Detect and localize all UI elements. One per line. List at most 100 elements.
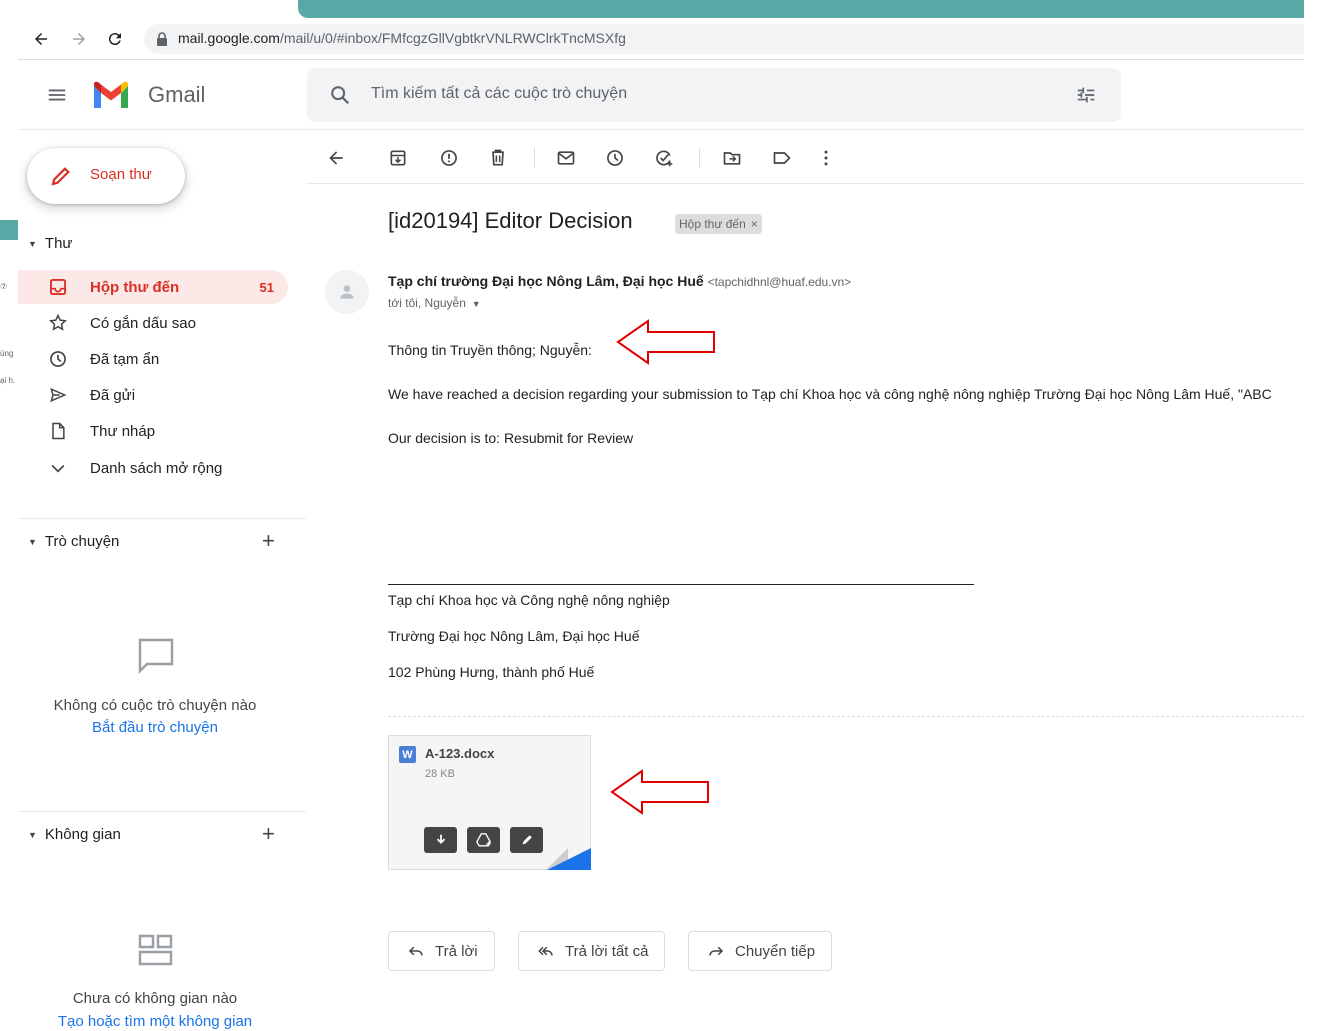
recipients-text: tới tôi, Nguyễn — [388, 296, 466, 310]
save-to-drive-button[interactable] — [467, 827, 500, 853]
signature-line-3: 102 Phùng Hưng, thành phố Huế — [388, 664, 595, 680]
drive-add-icon — [475, 833, 491, 847]
move-to-icon[interactable] — [722, 148, 742, 168]
sidebar-item-more[interactable]: Danh sách mở rộng — [30, 451, 288, 485]
recipients-line[interactable]: tới tôi, Nguyễn ▼ — [388, 296, 481, 310]
mail-section-toggle[interactable]: ▼ Thư — [28, 235, 72, 252]
body-decision: Our decision is to: Resubmit for Review — [388, 430, 634, 446]
sidebar-item-label: Đã gửi — [90, 386, 136, 404]
tabstrip-left — [0, 0, 298, 18]
caret-down-icon: ▼ — [28, 829, 37, 840]
sidebar-divider — [18, 518, 306, 519]
reply-all-button[interactable]: Trả lời tất cả — [518, 931, 666, 971]
chevron-down-icon — [48, 458, 68, 478]
inbox-icon — [48, 277, 68, 297]
gmail-logo-icon[interactable] — [91, 80, 131, 110]
avatar[interactable] — [325, 270, 369, 314]
add-to-tasks-icon[interactable] — [654, 148, 674, 168]
mark-unread-icon[interactable] — [556, 148, 576, 168]
url-host: mail.google.com — [178, 30, 280, 46]
send-icon — [48, 385, 68, 405]
sidebar-item-label: Hộp thư đến — [90, 278, 180, 296]
back-nav-icon[interactable] — [30, 28, 52, 50]
word-file-icon: W — [399, 746, 416, 763]
start-chat-link[interactable]: Bắt đầu trò chuyện — [0, 719, 310, 736]
sidebar-item-label: Danh sách mở rộng — [90, 459, 223, 477]
snooze-icon[interactable] — [605, 148, 625, 168]
reload-icon[interactable] — [104, 28, 126, 50]
message-subject: [id20194] Editor Decision — [388, 208, 633, 233]
new-space-plus-icon[interactable]: + — [262, 823, 275, 845]
sidebar: Soạn thư ⑦ úng ại h. ▼ Thư Hộp thư đến 5… — [0, 130, 306, 1031]
omnibox[interactable]: mail.google.com/mail/u/0/#inbox/FMfcgzGl… — [144, 24, 1304, 54]
url-text[interactable]: mail.google.com/mail/u/0/#inbox/FMfcgzGl… — [178, 30, 626, 46]
annotation-arrow-2-icon — [610, 769, 709, 815]
card-corner — [547, 848, 591, 870]
chat-section-toggle[interactable]: ▼ Trò chuyện — [28, 533, 119, 550]
more-vert-icon[interactable] — [816, 148, 836, 168]
label-chip-text: Hộp thư đến — [679, 217, 746, 231]
sidebar-item-drafts[interactable]: Thư nháp — [30, 414, 288, 448]
lock-icon — [157, 32, 167, 46]
search-input[interactable]: Tìm kiếm tất cả các cuộc trò chuyện — [371, 85, 971, 103]
clock-icon — [48, 349, 68, 369]
sender-email: <tapchidhnl@huaf.edu.vn> — [707, 275, 852, 289]
caret-down-icon: ▼ — [28, 238, 37, 249]
pencil-icon — [51, 167, 70, 186]
search-box[interactable]: Tìm kiếm tất cả các cuộc trò chuyện — [307, 68, 1121, 122]
archive-icon[interactable] — [388, 148, 408, 168]
recipients-dropdown-icon[interactable]: ▼ — [469, 299, 481, 309]
attachments-divider — [388, 716, 1304, 717]
gmail-header: Gmail Tìm kiếm tất cả các cuộc trò chuyệ… — [18, 60, 1304, 130]
search-icon[interactable] — [329, 84, 351, 106]
attachment-size: 28 KB — [425, 768, 455, 780]
delete-icon[interactable] — [488, 148, 508, 168]
toolbar-separator — [699, 148, 700, 168]
sidebar-divider — [18, 811, 306, 812]
forward-button[interactable]: Chuyển tiếp — [688, 931, 833, 971]
chat-bubble-icon — [138, 638, 174, 675]
background-window-text-2: ại h. — [0, 376, 16, 385]
annotation-arrow-1-icon — [616, 319, 715, 365]
attachment-card[interactable]: W A-123.docx 28 KB — [388, 735, 591, 870]
back-to-inbox-icon[interactable] — [326, 148, 346, 168]
sidebar-item-sent[interactable]: Đã gửi — [30, 378, 288, 412]
report-spam-icon[interactable] — [439, 148, 459, 168]
star-icon — [48, 313, 68, 333]
menu-icon[interactable] — [46, 84, 68, 106]
forward-nav-icon[interactable] — [68, 28, 90, 50]
search-options-icon[interactable] — [1075, 84, 1097, 106]
reply-all-icon — [538, 946, 553, 956]
download-icon — [436, 834, 445, 844]
label-icon[interactable] — [772, 148, 792, 168]
reply-label: Trả lời — [435, 942, 478, 960]
unread-count: 51 — [259, 279, 274, 295]
sender-name[interactable]: Tạp chí trường Đại học Nông Lâm, Đại học… — [388, 273, 704, 289]
compose-label: Soạn thư — [90, 166, 152, 183]
background-window-text-1: úng — [0, 349, 14, 358]
spaces-section-toggle[interactable]: ▼ Không gian — [28, 826, 121, 843]
edit-with-docs-button[interactable] — [510, 827, 543, 853]
active-tab[interactable] — [298, 0, 1304, 18]
reply-button[interactable]: Trả lời — [388, 931, 495, 971]
sidebar-item-inbox[interactable]: Hộp thư đến 51 — [18, 270, 288, 304]
sidebar-item-starred[interactable]: Có gắn dấu sao — [30, 306, 288, 340]
remove-label-icon[interactable]: × — [751, 217, 758, 231]
sidebar-item-label: Thư nháp — [90, 422, 156, 440]
sidebar-item-snoozed[interactable]: Đã tạm ẩn — [30, 342, 288, 376]
download-button[interactable] — [424, 827, 457, 853]
signature-rule — [388, 584, 974, 585]
toolbar-separator — [534, 148, 535, 168]
background-window-question-icon: ⑦ — [0, 282, 8, 291]
find-space-link[interactable]: Tạo hoặc tìm một không gian — [0, 1013, 310, 1030]
signature-line-1: Tạp chí Khoa học và Công nghệ nông nghiệ… — [388, 592, 670, 608]
address-bar: mail.google.com/mail/u/0/#inbox/FMfcgzGl… — [18, 18, 1304, 60]
compose-button[interactable]: Soạn thư — [27, 148, 185, 204]
forward-icon — [709, 946, 724, 956]
browser-tabstrip — [0, 0, 1319, 18]
forward-label: Chuyển tiếp — [735, 942, 816, 960]
new-chat-plus-icon[interactable]: + — [262, 530, 275, 552]
caret-down-icon: ▼ — [28, 536, 37, 547]
body-paragraph: We have reached a decision regarding you… — [388, 386, 1272, 402]
chat-section-title: Trò chuyện — [44, 533, 120, 550]
